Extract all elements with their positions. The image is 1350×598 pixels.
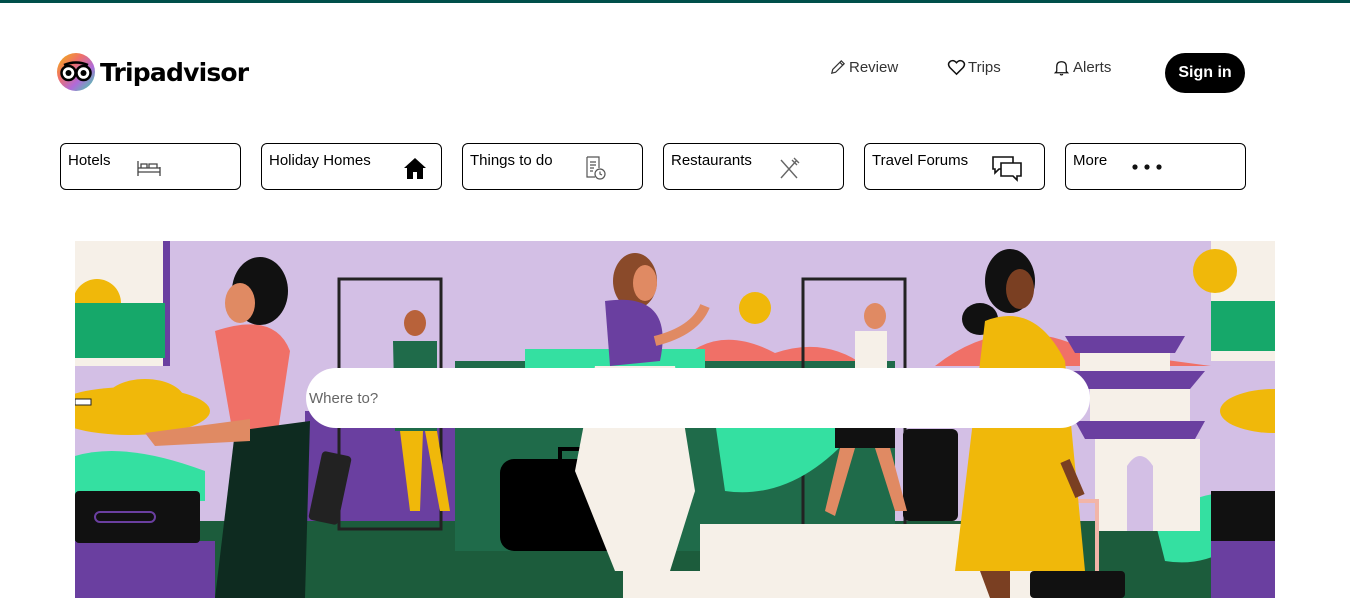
category-label: Travel Forums <box>872 152 969 169</box>
trips-label: Trips <box>968 58 1001 76</box>
category-label: Holiday Homes <box>269 152 371 169</box>
pencil-icon <box>830 59 846 74</box>
more-dots-icon <box>1132 164 1162 170</box>
chat-bubbles-icon <box>992 156 1022 182</box>
brand-name: Tripadvisor <box>100 57 249 87</box>
category-things-to-do[interactable]: Things to do <box>462 143 643 190</box>
bell-icon <box>1053 60 1070 75</box>
category-label: More <box>1073 152 1108 169</box>
alerts-link[interactable]: Alerts <box>1052 56 1111 78</box>
tripadvisor-logo[interactable]: Tripadvisor <box>56 52 249 92</box>
category-label: Things to do <box>470 152 553 169</box>
category-label: Hotels <box>68 152 111 169</box>
house-icon <box>404 158 426 179</box>
category-more[interactable]: More <box>1065 143 1246 190</box>
trips-link[interactable]: Trips <box>947 56 1001 78</box>
utensils-icon <box>780 157 800 179</box>
category-travel-forums[interactable]: Travel Forums <box>864 143 1045 190</box>
owl-logo-icon <box>57 53 95 91</box>
search-input[interactable] <box>306 368 1090 428</box>
ticket-clock-icon <box>586 156 606 180</box>
category-holiday-homes[interactable]: Holiday Homes <box>261 143 442 190</box>
review-label: Review <box>849 58 899 76</box>
review-link[interactable]: Review <box>828 56 898 78</box>
sign-in-button[interactable]: Sign in <box>1165 53 1245 93</box>
category-label: Restaurants <box>671 152 752 169</box>
category-hotels[interactable]: Hotels <box>60 143 241 190</box>
category-restaurants[interactable]: Restaurants <box>663 143 844 190</box>
bed-icon <box>137 161 161 176</box>
alerts-label: Alerts <box>1073 58 1112 76</box>
top-accent-line <box>0 0 1350 3</box>
heart-icon <box>947 59 966 75</box>
